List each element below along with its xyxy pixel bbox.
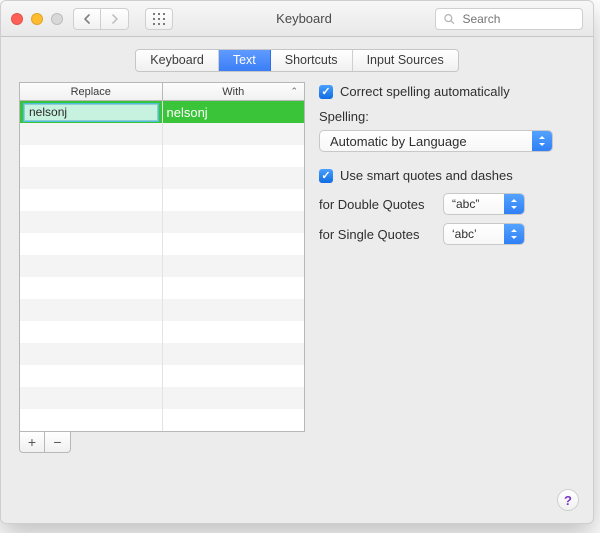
content: Replace With ⌃ nelsonj	[1, 82, 593, 463]
option-label: for Double Quotes	[319, 197, 435, 212]
table-row[interactable]	[20, 321, 304, 343]
chevron-right-icon	[111, 14, 119, 24]
tabs-row: Keyboard Text Shortcuts Input Sources	[1, 37, 593, 82]
tab-shortcuts[interactable]: Shortcuts	[271, 50, 353, 71]
dropdown-arrows-icon	[532, 131, 552, 151]
window-title: Keyboard	[183, 11, 425, 26]
search-icon	[444, 13, 454, 25]
table-row[interactable]	[20, 211, 304, 233]
preferences-window: Keyboard Keyboard Text Shortcuts Input S…	[0, 0, 594, 524]
table-body: nelsonj	[20, 101, 304, 431]
help-button[interactable]: ?	[557, 489, 579, 511]
remove-button[interactable]: −	[45, 431, 71, 453]
checkbox-label: Correct spelling automatically	[340, 84, 510, 99]
with-value: nelsonj	[167, 105, 208, 120]
double-quotes-dropdown[interactable]: “abc”	[443, 193, 525, 215]
table-row[interactable]	[20, 409, 304, 431]
tab-input-sources[interactable]: Input Sources	[353, 50, 458, 71]
spelling-dropdown[interactable]: Automatic by Language	[319, 130, 553, 152]
table-row[interactable]	[20, 145, 304, 167]
correct-spelling-checkbox[interactable]: ✓ Correct spelling automatically	[319, 84, 575, 99]
add-button[interactable]: +	[19, 431, 45, 453]
column-with[interactable]: With ⌃	[163, 83, 305, 101]
dropdown-value: Automatic by Language	[320, 134, 532, 149]
back-button[interactable]	[73, 8, 101, 30]
single-quotes-row: for Single Quotes ‘abc’	[319, 223, 575, 245]
table-row[interactable]	[20, 233, 304, 255]
dropdown-arrows-icon	[504, 224, 524, 244]
zoom-button[interactable]	[51, 13, 63, 25]
table-row[interactable]	[20, 167, 304, 189]
smart-quotes-checkbox[interactable]: ✓ Use smart quotes and dashes	[319, 168, 575, 183]
table-row[interactable]: nelsonj	[20, 101, 304, 123]
column-label: Replace	[71, 86, 111, 98]
search-input[interactable]	[460, 11, 574, 27]
cell-replace[interactable]	[20, 101, 163, 123]
replacements-table[interactable]: Replace With ⌃ nelsonj	[19, 82, 305, 432]
tab-keyboard[interactable]: Keyboard	[136, 50, 219, 71]
option-label: for Single Quotes	[319, 227, 435, 242]
search-field[interactable]	[435, 8, 583, 30]
titlebar: Keyboard	[1, 1, 593, 37]
show-all-button[interactable]	[145, 8, 173, 30]
double-quotes-row: for Double Quotes “abc”	[319, 193, 575, 215]
dropdown-value: ‘abc’	[444, 227, 504, 241]
table-row[interactable]	[20, 189, 304, 211]
close-button[interactable]	[11, 13, 23, 25]
spelling-heading: Spelling:	[319, 109, 575, 124]
traffic-lights	[11, 13, 63, 25]
table-row[interactable]	[20, 365, 304, 387]
table-row[interactable]	[20, 277, 304, 299]
table-row[interactable]	[20, 255, 304, 277]
table-header: Replace With ⌃	[20, 83, 304, 101]
dropdown-arrows-icon	[504, 194, 524, 214]
grid-icon	[153, 13, 165, 25]
nav-buttons	[73, 8, 129, 30]
chevron-left-icon	[83, 14, 91, 24]
table-row[interactable]	[20, 343, 304, 365]
options-panel: ✓ Correct spelling automatically Spellin…	[319, 82, 575, 453]
table-row[interactable]	[20, 299, 304, 321]
forward-button[interactable]	[101, 8, 129, 30]
checkbox-icon: ✓	[319, 169, 333, 183]
cell-with[interactable]: nelsonj	[163, 101, 305, 123]
dropdown-value: “abc”	[444, 197, 504, 211]
table-row[interactable]	[20, 123, 304, 145]
replace-input[interactable]	[24, 104, 158, 121]
minimize-button[interactable]	[31, 13, 43, 25]
column-replace[interactable]: Replace	[20, 83, 163, 101]
add-remove-buttons: + −	[19, 431, 305, 453]
checkbox-label: Use smart quotes and dashes	[340, 168, 513, 183]
column-label: With	[222, 86, 244, 98]
sort-caret-icon: ⌃	[290, 86, 298, 97]
table-row[interactable]	[20, 387, 304, 409]
tabs: Keyboard Text Shortcuts Input Sources	[135, 49, 458, 72]
checkbox-icon: ✓	[319, 85, 333, 99]
replacements-panel: Replace With ⌃ nelsonj	[19, 82, 305, 453]
single-quotes-dropdown[interactable]: ‘abc’	[443, 223, 525, 245]
tab-text[interactable]: Text	[219, 50, 271, 71]
